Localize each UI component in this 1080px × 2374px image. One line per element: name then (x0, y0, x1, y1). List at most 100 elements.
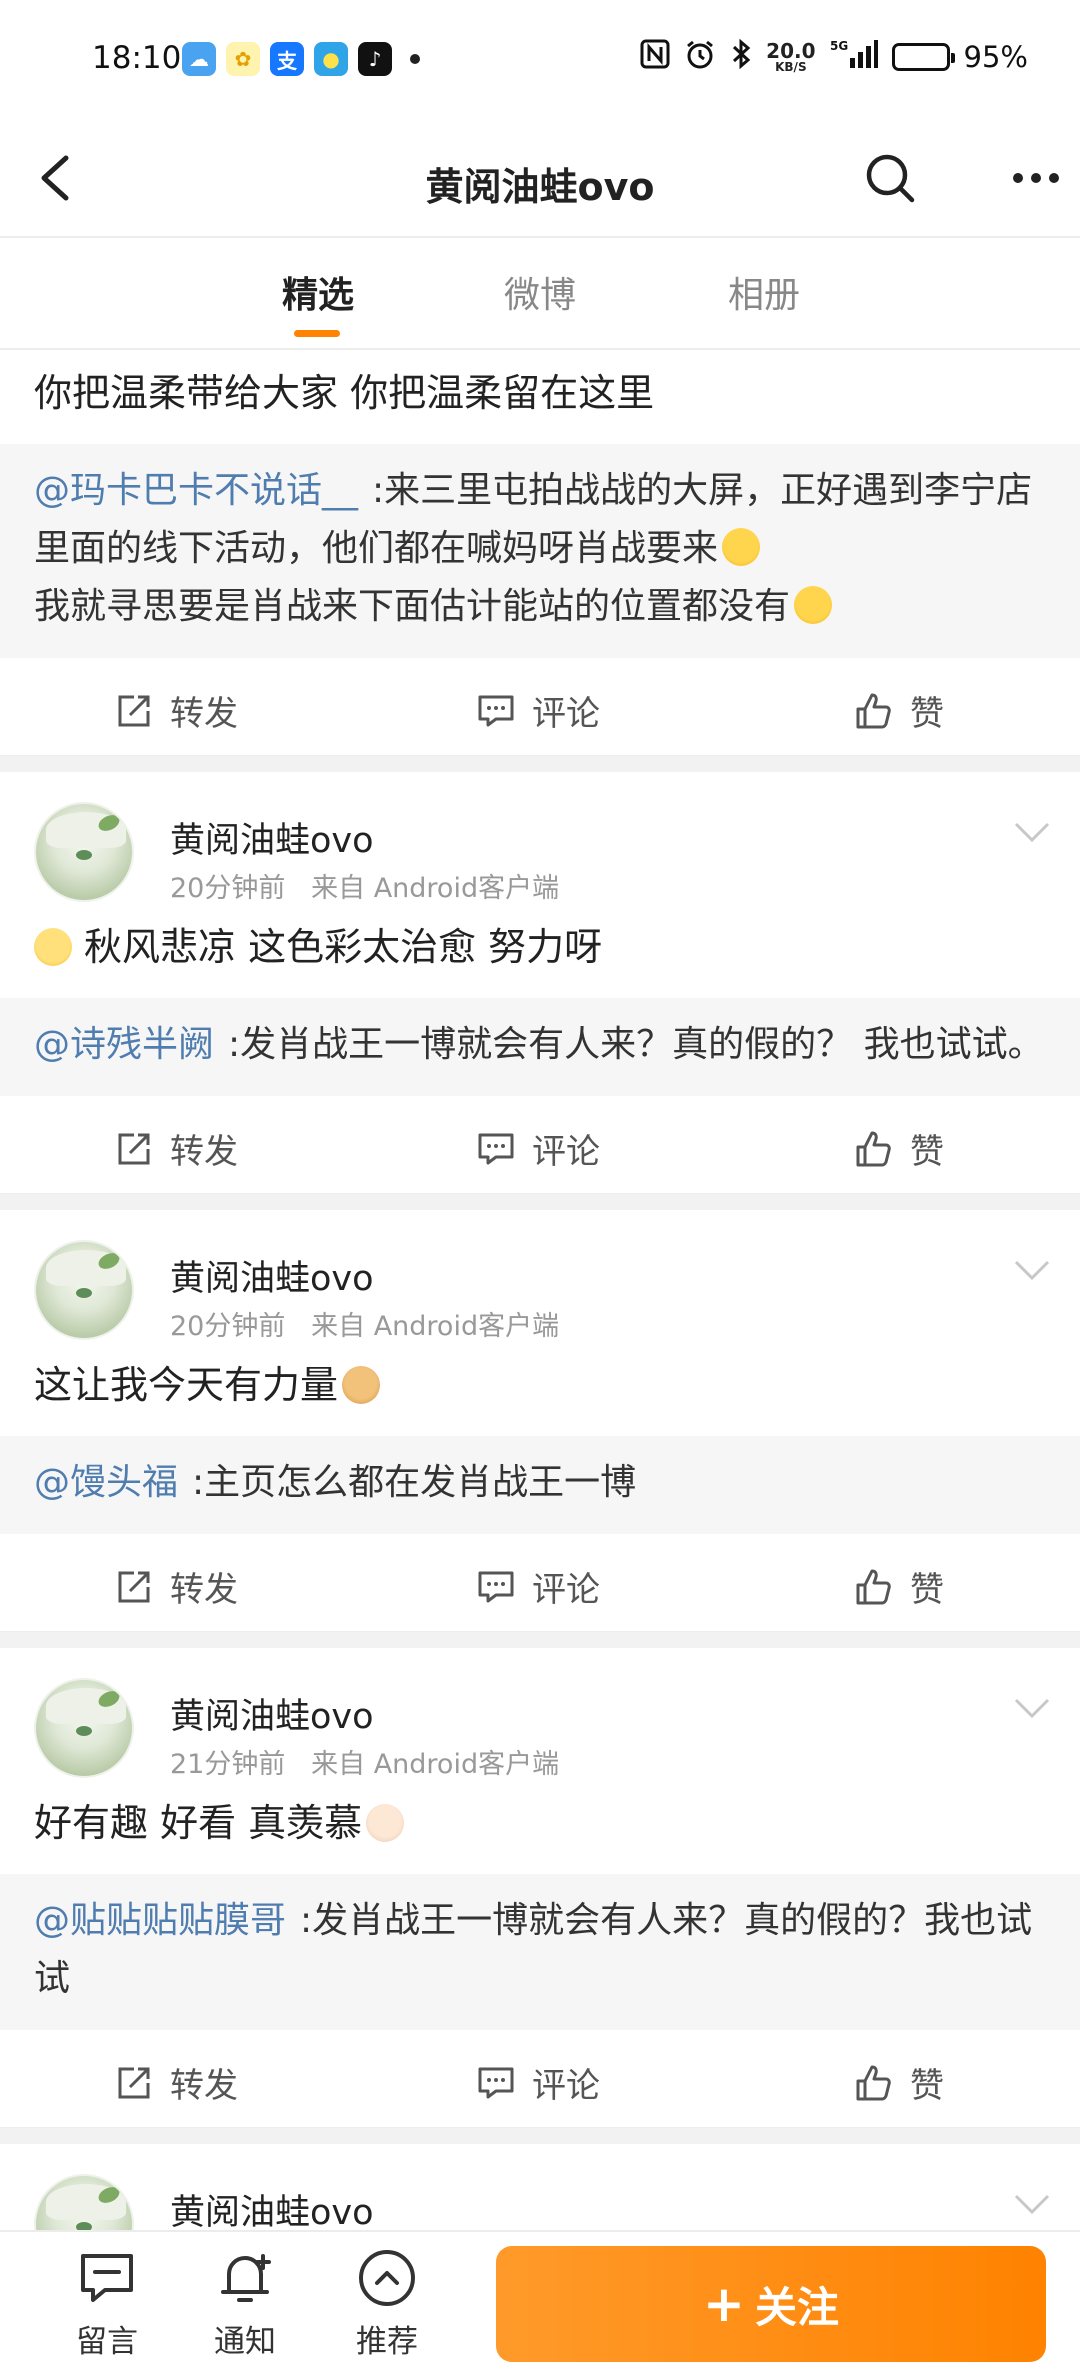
douyin-icon: ♪ (358, 42, 392, 76)
quoted-text: :主页怎么都在发肖战王一博 (192, 1462, 637, 1503)
repost-button[interactable]: 转发 (114, 2058, 238, 2107)
message-button[interactable]: 留言 (52, 2246, 162, 2361)
avatar[interactable] (34, 1240, 134, 1340)
quoted-user-link[interactable]: @馒头福 (34, 1462, 178, 1503)
follow-button[interactable]: + 关注 (496, 2246, 1046, 2362)
post-header: 黄阅油蛙ovo 21分钟前 来自 Android客户端 (0, 1648, 1080, 1794)
recommend-button[interactable]: 推荐 (332, 2246, 442, 2361)
alarm-icon (684, 38, 716, 76)
post-actions: 转发 评论 赞 (0, 2030, 1080, 2128)
post-text: 这让我今天有力量 (0, 1356, 1080, 1436)
tab-featured[interactable]: 精选 (282, 266, 354, 318)
post-separator (0, 1194, 1080, 1210)
like-button[interactable]: 赞 (854, 1124, 944, 1173)
avatar[interactable] (34, 2174, 134, 2230)
quoted-post[interactable]: @玛卡巴卡不说话__:来三里屯拍战战的大屏，正好遇到李宁店里面的线下活动，他们都… (0, 444, 1080, 658)
doge-emoji-icon (342, 1366, 381, 1404)
post-text: 好有趣 好看 真羡慕 (0, 1794, 1080, 1874)
thumbs-up-icon (856, 1131, 891, 1166)
post-card: 黄阅油蛙ovo 21分钟前 来自 Android客户端 好有趣 好看 真羡慕 @… (0, 1648, 1080, 2128)
comment-button[interactable]: 评论 (476, 1124, 600, 1173)
battery-percent: 95% (963, 40, 1028, 74)
post-actions: 转发 评论 赞 (0, 1534, 1080, 1632)
post-username[interactable]: 黄阅油蛙ovo (170, 812, 374, 863)
bottom-bar: 留言 通知 推荐 + 关注 (0, 2230, 1080, 2374)
repost-icon (118, 1571, 150, 1602)
quoted-text: :发肖战王一博就会有人来？真的假的？ 我也试试。 (228, 1024, 1044, 1065)
post-text: 你把温柔带给大家 你把温柔留在这里 (34, 371, 655, 415)
post-text: 秋风悲凉 这色彩太治愈 努力呀 (0, 918, 1080, 998)
battery-icon (891, 43, 955, 71)
thumbs-up-icon (856, 2065, 891, 2100)
post-actions: 转发 评论 赞 (0, 658, 1080, 756)
repost-icon (118, 695, 150, 726)
thumbs-up-icon (856, 1569, 891, 1604)
avatar[interactable] (34, 1678, 134, 1778)
post-header: 黄阅油蛙ovo 20分钟前 来自 Android客户端 (0, 1210, 1080, 1356)
repost-button[interactable]: 转发 (114, 686, 238, 735)
envy-emoji-icon (366, 1804, 405, 1842)
post-username[interactable]: 黄阅油蛙ovo (170, 1688, 374, 1739)
chevron-down-icon[interactable] (1012, 2192, 1052, 2216)
repost-icon (118, 1133, 150, 1164)
like-button[interactable]: 赞 (854, 2058, 944, 2107)
post-separator (0, 1632, 1080, 1648)
chat-app-icon: ● (314, 42, 348, 76)
post-username[interactable]: 黄阅油蛙ovo (170, 2184, 374, 2230)
alipay-icon: 支 (270, 42, 304, 76)
status-indicators: 20.0 KB/S 5G 95% (640, 38, 1028, 76)
nfc-icon (640, 39, 670, 75)
shy-emoji-icon (794, 586, 833, 624)
sad-emoji-icon (34, 928, 72, 966)
bunny-app-icon: ✿ (226, 42, 260, 76)
post-card: 黄阅油蛙ovo 20分钟前 来自 Android客户端 秋风悲凉 这色彩太治愈 … (0, 772, 1080, 1194)
feed[interactable]: 你把温柔带给大家 你把温柔留在这里 @玛卡巴卡不说话__:来三里屯拍战战的大屏，… (0, 350, 1080, 2230)
comment-button[interactable]: 评论 (476, 1562, 600, 1611)
repost-button[interactable]: 转发 (114, 1124, 238, 1173)
quoted-user-link[interactable]: @玛卡巴卡不说话__ (34, 470, 358, 511)
search-button[interactable] (862, 150, 920, 208)
comment-button[interactable]: 评论 (476, 686, 600, 735)
post-card: 你把温柔带给大家 你把温柔留在这里 @玛卡巴卡不说话__:来三里屯拍战战的大屏，… (0, 350, 1080, 756)
like-button[interactable]: 赞 (854, 1562, 944, 1611)
quoted-user-link[interactable]: @贴贴贴贴膜哥 (34, 1900, 286, 1941)
more-button[interactable] (1010, 160, 1062, 196)
chevron-down-icon[interactable] (1012, 820, 1052, 844)
post-card: 黄阅油蛙ovo (0, 2144, 1080, 2230)
notify-button[interactable]: 通知 (190, 2246, 300, 2361)
signal-icon: 5G (830, 38, 878, 76)
comment-button[interactable]: 评论 (476, 2058, 600, 2107)
post-separator (0, 2128, 1080, 2144)
comment-icon (478, 695, 514, 726)
quoted-post[interactable]: @馒头福 :主页怎么都在发肖战王一博 (0, 1436, 1080, 1534)
status-bar: 18:10 ☁ ✿ 支 ● ♪ 20.0 KB/S 5G 95% (0, 0, 1080, 118)
post-meta: 20分钟前 来自 Android客户端 (170, 1311, 560, 1342)
tab-bar: 精选 微博 相册 (0, 238, 1080, 350)
post-username[interactable]: 黄阅油蛙ovo (170, 1250, 374, 1301)
search-icon (866, 154, 915, 203)
like-button[interactable]: 赞 (854, 686, 944, 735)
svg-text:5G: 5G (830, 39, 848, 53)
chevron-down-icon[interactable] (1012, 1258, 1052, 1282)
chevron-down-icon[interactable] (1012, 1696, 1052, 1720)
post-actions: 转发 评论 赞 (0, 1096, 1080, 1194)
comment-icon (478, 2067, 514, 2098)
quoted-user-link[interactable]: @诗残半阙 (34, 1024, 214, 1065)
quoted-text-line2: 我就寻思要是肖战来下面估计能站的位置都没有 (34, 586, 791, 627)
avatar[interactable] (34, 802, 134, 902)
quoted-post[interactable]: @诗残半阙 :发肖战王一博就会有人来？真的假的？ 我也试试。 (0, 998, 1080, 1096)
repost-button[interactable]: 转发 (114, 1562, 238, 1611)
message-icon (81, 2254, 133, 2302)
chevron-up-circle-icon (359, 2250, 415, 2306)
thumbs-up-icon (856, 693, 891, 728)
tab-album[interactable]: 相册 (728, 266, 800, 318)
more-notifications-dot (410, 54, 420, 64)
net-speed: 20.0 KB/S (766, 39, 816, 74)
quoted-post[interactable]: @贴贴贴贴膜哥:发肖战王一博就会有人来？真的假的？我也试试 (0, 1874, 1080, 2030)
post-card: 黄阅油蛙ovo 20分钟前 来自 Android客户端 这让我今天有力量 @馒头… (0, 1210, 1080, 1632)
laugh-cry-emoji-icon (722, 528, 761, 566)
weather-icon: ☁ (182, 42, 216, 76)
post-meta: 20分钟前 来自 Android客户端 (170, 873, 560, 904)
status-time: 18:10 (92, 40, 182, 76)
tab-weibo[interactable]: 微博 (504, 266, 576, 318)
